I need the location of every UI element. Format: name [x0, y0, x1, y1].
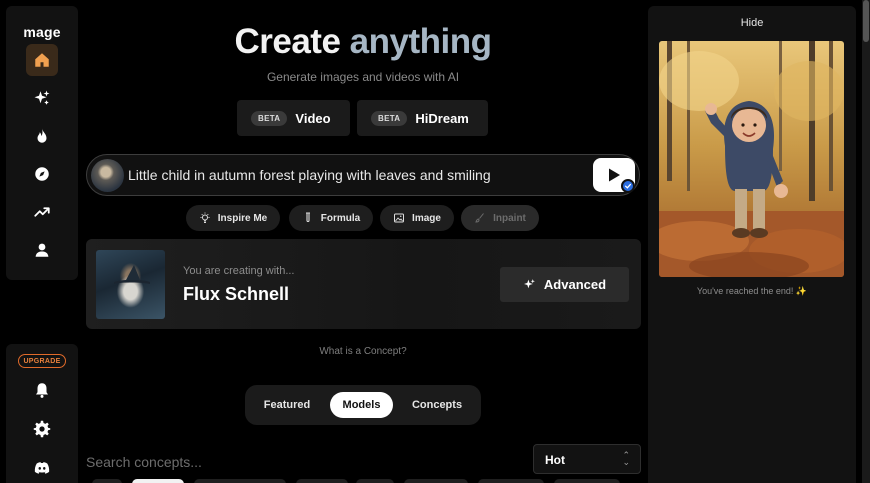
model-card: You are creating with... Flux Schnell Ad…: [86, 239, 641, 329]
mode-label: HiDream: [415, 110, 469, 126]
model-avatar: [96, 250, 165, 319]
end-of-list-message: You've reached the end! ✨: [696, 286, 808, 296]
model-caption: You are creating with...: [183, 265, 295, 277]
image-label: Image: [412, 212, 441, 224]
inspire-me-button[interactable]: Inspire Me: [186, 205, 280, 231]
bell-icon: [36, 383, 48, 398]
play-icon: [609, 168, 620, 182]
generated-image[interactable]: [659, 41, 844, 277]
filter-pill[interactable]: [194, 479, 286, 483]
gear-icon: [33, 420, 51, 438]
image-button[interactable]: Image: [380, 205, 454, 231]
image-icon: [394, 213, 405, 223]
sparkles-icon: [34, 90, 50, 105]
filter-pill[interactable]: [296, 479, 348, 483]
sidebar-item-hot[interactable]: [26, 120, 58, 152]
compass-icon: [35, 167, 49, 181]
hide-panel-button[interactable]: Hide: [648, 17, 856, 29]
hidream-mode-button[interactable]: BETA HiDream: [357, 100, 488, 136]
tab-featured[interactable]: Featured: [255, 392, 319, 418]
chevron-updown-icon: ⌃ ⌄: [622, 450, 630, 467]
advanced-label: Advanced: [543, 277, 607, 292]
search-input[interactable]: Search concepts...: [86, 454, 202, 470]
formula-button[interactable]: Formula: [289, 205, 373, 231]
notifications-button[interactable]: [26, 374, 58, 406]
scrollbar-thumb[interactable]: [863, 0, 869, 42]
filter-pill[interactable]: [478, 479, 544, 483]
lightbulb-icon: [200, 212, 210, 223]
sort-select[interactable]: Hot ⌃ ⌄: [533, 444, 641, 474]
inpaint-label: Inpaint: [493, 212, 526, 224]
brush-icon: [475, 213, 484, 223]
advanced-button[interactable]: Advanced: [500, 267, 629, 302]
page-title: Create anything: [200, 22, 526, 62]
test-tube-icon: [305, 212, 310, 223]
formula-label: Formula: [320, 212, 361, 224]
sidebar-item-explore[interactable]: [26, 158, 58, 190]
sidebar-item-trending[interactable]: [26, 196, 58, 228]
discord-button[interactable]: [26, 452, 58, 483]
settings-button[interactable]: [26, 413, 58, 445]
title-part-create: Create: [234, 22, 341, 61]
flame-icon: [37, 128, 47, 143]
prompt-input[interactable]: Little child in autumn forest playing wi…: [128, 167, 491, 183]
prompt-bar: Little child in autumn forest playing wi…: [86, 154, 640, 196]
sort-selected: Hot: [545, 453, 565, 467]
home-icon: [35, 53, 49, 67]
upgrade-button[interactable]: UPGRADE: [18, 354, 66, 368]
page-scrollbar[interactable]: [862, 0, 870, 483]
sparkles-icon: [524, 279, 535, 289]
tab-models[interactable]: Models: [330, 392, 393, 418]
filter-pill[interactable]: [356, 479, 394, 483]
what-is-concept-link[interactable]: What is a Concept?: [200, 346, 526, 357]
sidebar: mage: [6, 6, 78, 280]
filter-pill[interactable]: [404, 479, 468, 483]
filter-pill[interactable]: [132, 479, 184, 483]
page-subtitle: Generate images and videos with AI: [266, 70, 460, 84]
user-icon: [35, 243, 49, 257]
video-mode-button[interactable]: BETA Video: [237, 100, 350, 136]
mode-label: Video: [295, 110, 331, 126]
history-panel: Hide You've reached the end! ✨: [648, 6, 856, 483]
filter-pill[interactable]: [92, 479, 122, 483]
filter-pill[interactable]: [554, 479, 620, 483]
beta-badge: BETA: [251, 110, 288, 126]
trending-icon: [34, 207, 50, 217]
title-part-anything: anything: [349, 22, 492, 61]
sidebar-item-home[interactable]: [26, 44, 58, 76]
prompt-reference-thumbnail[interactable]: [91, 159, 124, 192]
inspire-me-label: Inspire Me: [217, 212, 268, 224]
tab-concepts[interactable]: Concepts: [403, 392, 471, 418]
sidebar-bottom: UPGRADE: [6, 344, 78, 483]
beta-badge: BETA: [371, 110, 408, 126]
sidebar-item-create[interactable]: [26, 82, 58, 114]
inpaint-button[interactable]: Inpaint: [461, 205, 539, 231]
model-name: Flux Schnell: [183, 284, 290, 304]
sidebar-item-profile[interactable]: [26, 234, 58, 266]
app-logo[interactable]: mage: [6, 24, 78, 40]
category-tabs: Featured Models Concepts: [245, 385, 481, 425]
check-badge-icon: [621, 179, 635, 193]
discord-icon: [34, 462, 50, 474]
